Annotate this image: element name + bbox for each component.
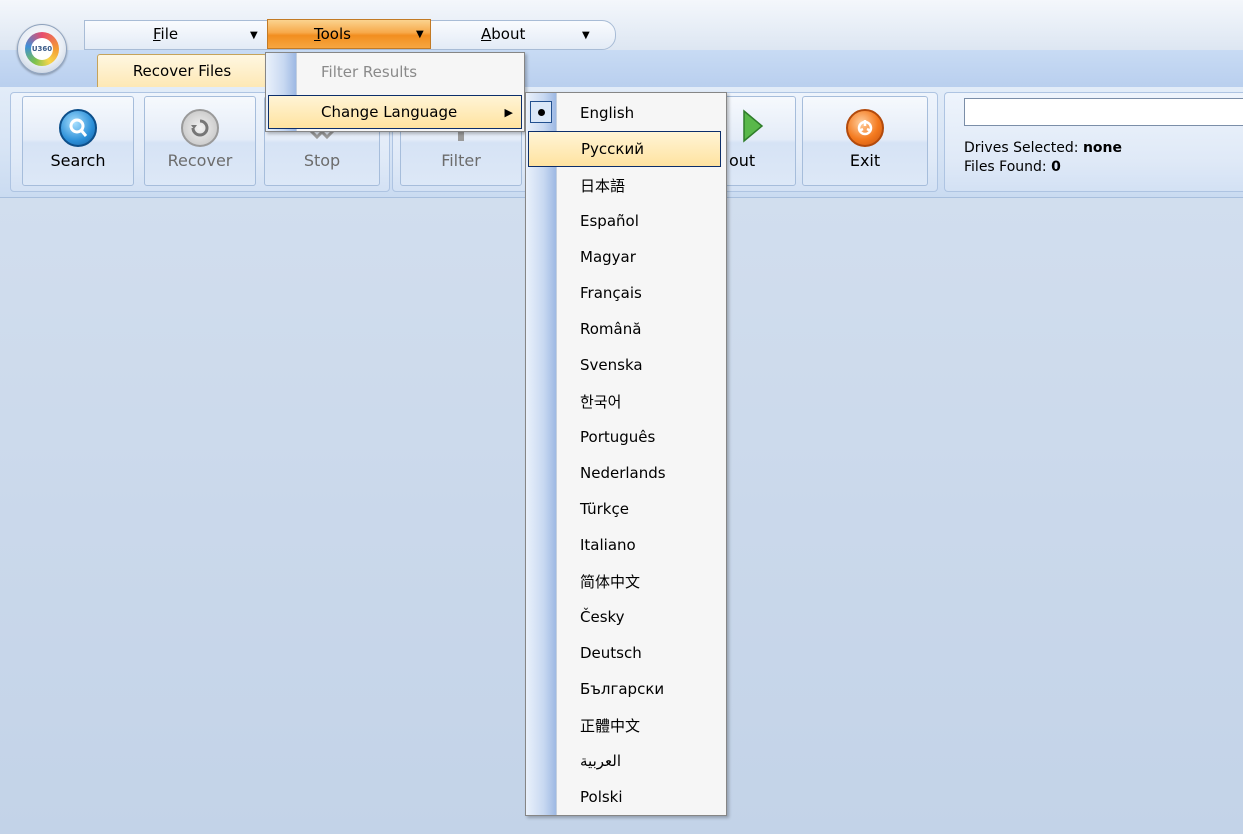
lang-item-label: Deutsch [580, 644, 642, 662]
lang-item-spanish[interactable]: Español [526, 203, 725, 239]
app-logo-text: U360 [31, 38, 53, 60]
exit-button[interactable]: Exit [802, 96, 928, 186]
menu-about[interactable]: About [481, 21, 525, 47]
lang-item-japanese[interactable]: 日本語 [526, 167, 725, 203]
menu-item-change-language-label: Change Language [321, 103, 458, 121]
search-input[interactable] [964, 98, 1243, 126]
lang-item-german[interactable]: Deutsch [526, 635, 725, 671]
lang-item-label: العربية [580, 752, 621, 770]
tools-dropdown-menu: Filter Results Change Language ▶ [265, 52, 525, 132]
filter-button-label: Filter [441, 151, 481, 170]
lang-item-label: Nederlands [580, 464, 666, 482]
radio-dot-icon [537, 108, 545, 116]
stop-button-label: Stop [303, 151, 341, 170]
recover-icon [181, 109, 219, 147]
recover-button-label: Recover [167, 151, 233, 170]
lang-item-portuguese[interactable]: Português [526, 419, 725, 455]
lang-item-french[interactable]: Français [526, 275, 725, 311]
lang-item-label: Español [580, 212, 639, 230]
lang-item-label: Türkçe [580, 500, 629, 518]
menu-item-change-language[interactable]: Change Language ▶ [268, 95, 522, 129]
lang-item-label: Русский [581, 140, 644, 158]
menu-file-mnemonic: F [153, 25, 161, 43]
recover-button[interactable]: Recover [144, 96, 256, 186]
menu-about-dropdown-icon: ▼ [582, 29, 590, 41]
search-button-label: Search [50, 151, 106, 170]
lang-item-chinese-traditional[interactable]: 正體中文 [526, 707, 725, 743]
files-found-status: Files Found: 0 [964, 159, 1061, 175]
menu-item-filter-results[interactable]: Filter Results [267, 55, 523, 89]
lang-item-label: Български [580, 680, 665, 698]
search-button[interactable]: Search [22, 96, 134, 186]
menu-tools-dropdown-icon: ▼ [416, 28, 424, 40]
lang-item-label: Português [580, 428, 656, 446]
lang-item-label: 日本語 [580, 176, 626, 195]
lang-item-label: Česky [580, 608, 625, 626]
submenu-arrow-icon: ▶ [504, 105, 513, 119]
lang-item-label: Italiano [580, 536, 636, 554]
menu-file-label: ile [160, 25, 179, 43]
lang-item-russian[interactable]: Русский [528, 131, 721, 167]
lang-item-czech[interactable]: Česky [526, 599, 725, 635]
menu-item-filter-results-label: Filter Results [321, 63, 418, 81]
lang-item-turkish[interactable]: Türkçe [526, 491, 725, 527]
lang-item-label: Svenska [580, 356, 643, 374]
lang-item-label: English [580, 104, 635, 122]
files-found-value: 0 [1051, 159, 1061, 175]
drives-selected-label: Drives Selected: [964, 140, 1083, 156]
menu-tools[interactable]: Tools ▼ [267, 19, 431, 49]
lang-item-label: Magyar [580, 248, 636, 266]
lang-item-label: 한국어 [580, 392, 622, 411]
lang-item-label: Français [580, 284, 642, 302]
menu-about-label: bout [491, 25, 526, 43]
menu-file[interactable]: File [153, 21, 178, 47]
drives-selected-value: none [1082, 140, 1122, 156]
lang-item-chinese-simplified[interactable]: 简体中文 [526, 563, 725, 599]
files-found-label: Files Found: [964, 159, 1052, 175]
lang-item-label: Polski [580, 788, 623, 806]
lang-item-label: Română [580, 320, 642, 338]
lang-item-polish[interactable]: Polski [526, 779, 725, 815]
lang-item-dutch[interactable]: Nederlands [526, 455, 725, 491]
lang-item-romanian[interactable]: Română [526, 311, 725, 347]
lang-item-hungarian[interactable]: Magyar [526, 239, 725, 275]
menu-tools-label: ools [320, 25, 351, 43]
drives-selected-status: Drives Selected: none [964, 140, 1122, 156]
lang-item-arabic[interactable]: العربية [526, 743, 725, 779]
exit-icon [846, 109, 884, 147]
menu-file-dropdown-icon: ▼ [250, 29, 258, 41]
app-orb-button[interactable]: U360 [17, 24, 67, 74]
menu-about-mnemonic: A [481, 25, 492, 43]
lang-item-bulgarian[interactable]: Български [526, 671, 725, 707]
lang-item-english[interactable]: English [526, 95, 725, 131]
about-icon [734, 109, 768, 143]
exit-button-label: Exit [849, 151, 881, 170]
lang-item-label: 简体中文 [580, 572, 641, 591]
language-submenu: English Русский 日本語 Español Magyar Franç… [525, 92, 727, 816]
menu-tools-mnemonic: T [314, 25, 321, 43]
lang-item-label: 正體中文 [580, 716, 641, 735]
lang-item-italian[interactable]: Italiano [526, 527, 725, 563]
tab-recover-files[interactable]: Recover Files [97, 54, 267, 87]
radio-selected-icon [530, 101, 552, 123]
lang-item-korean[interactable]: 한국어 [526, 383, 725, 419]
lang-item-swedish[interactable]: Svenska [526, 347, 725, 383]
search-icon [59, 109, 97, 147]
